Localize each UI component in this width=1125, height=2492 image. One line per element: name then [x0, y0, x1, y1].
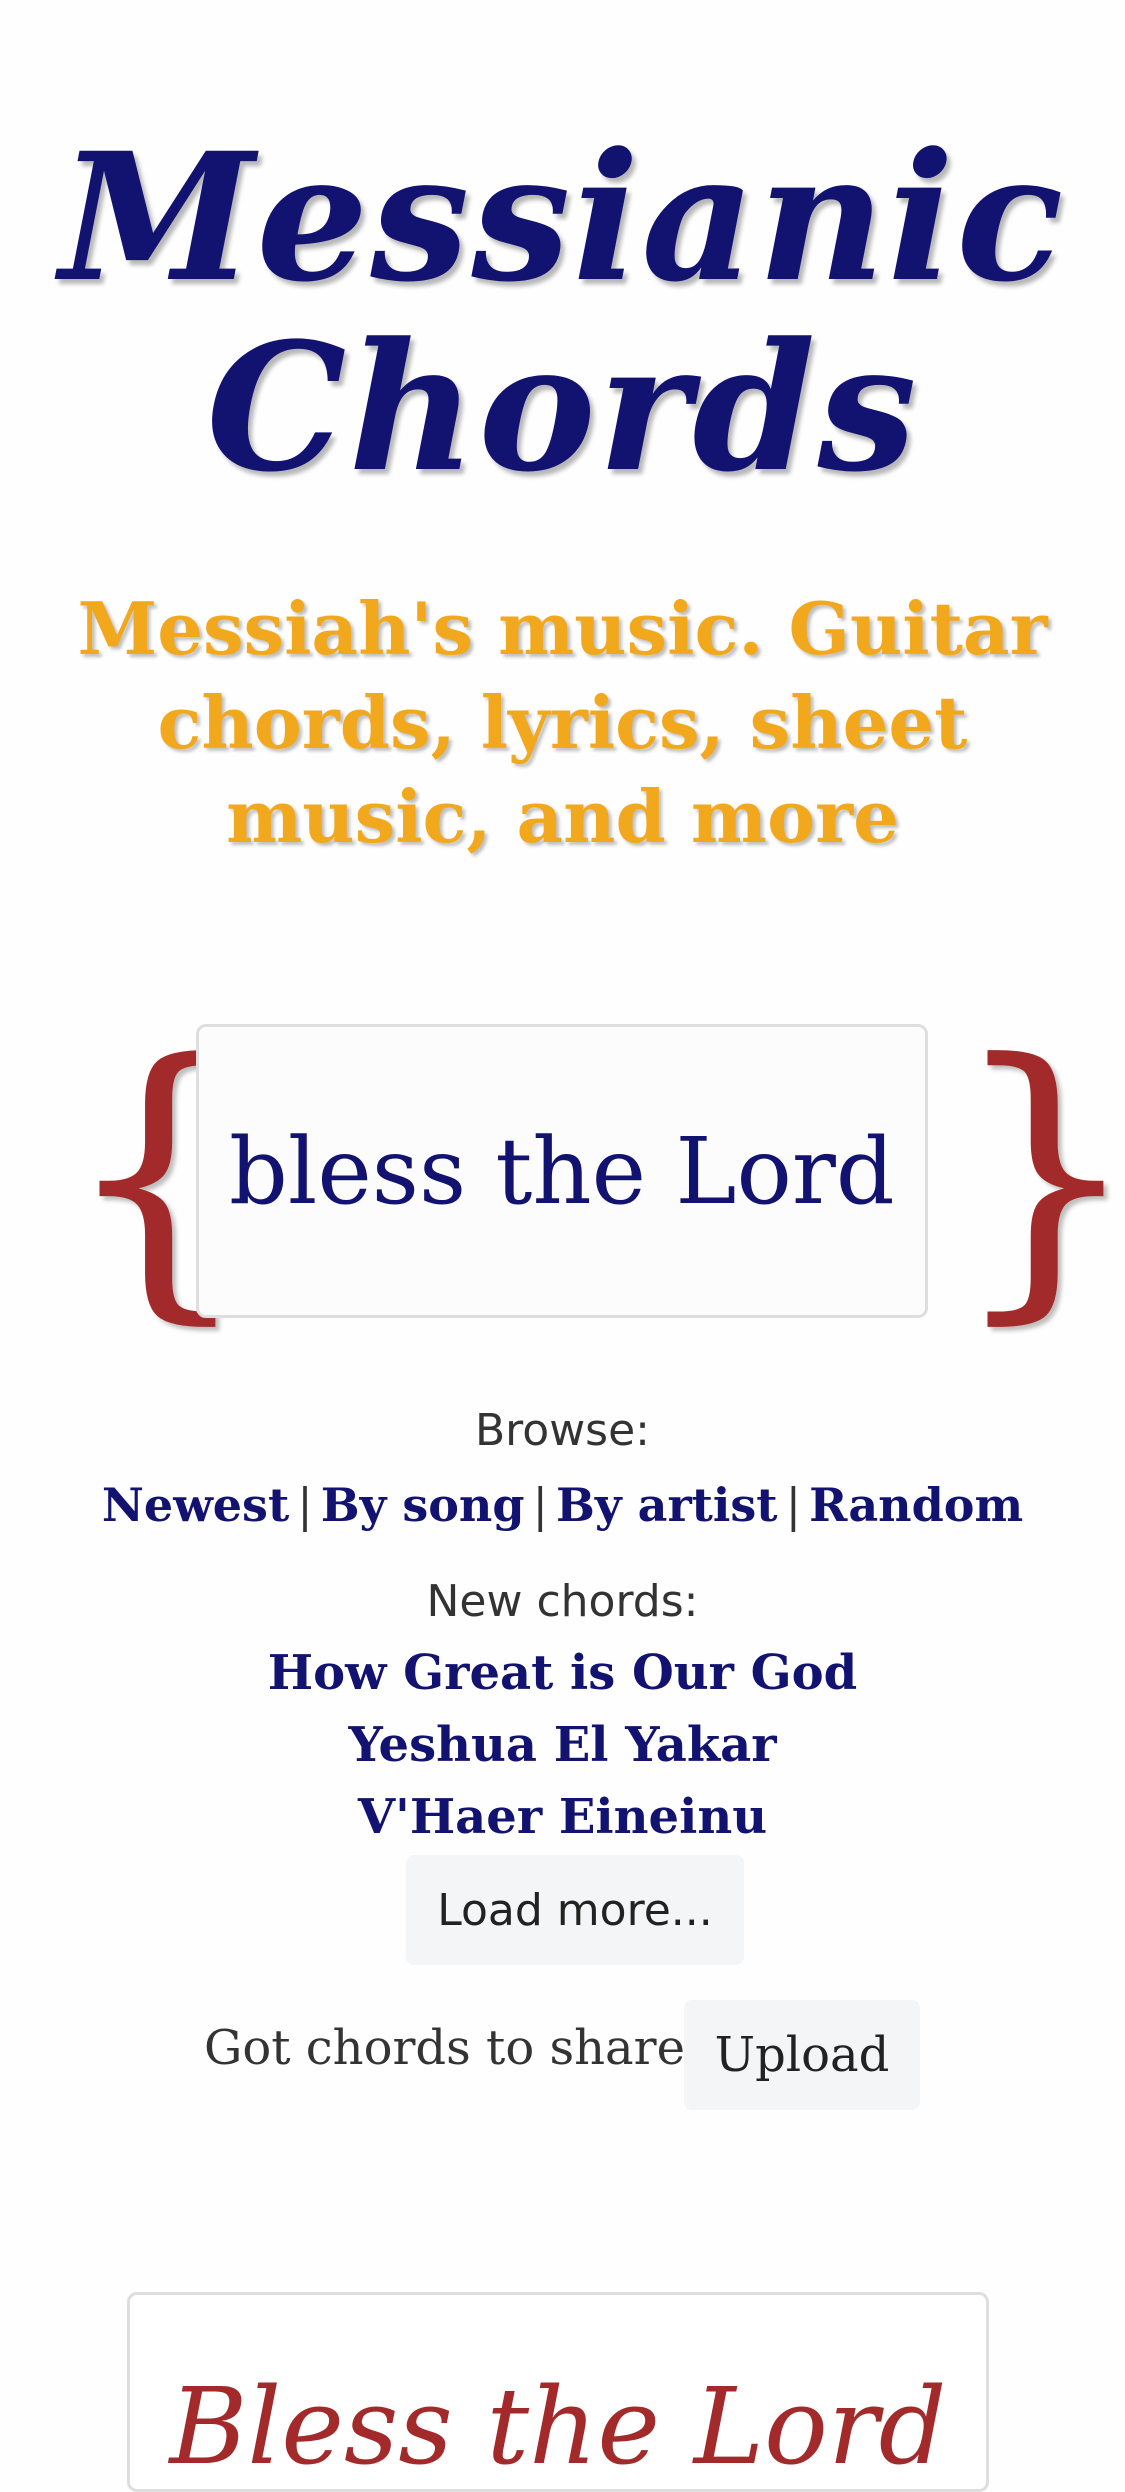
featured-song-title[interactable]: Bless the Lord [130, 2367, 986, 2487]
separator: | [532, 1478, 549, 1532]
new-song-link[interactable]: How Great is Our God [0, 1645, 1125, 1701]
new-chords-label: New chords: [426, 1576, 699, 1627]
browse-by-song-link[interactable]: By song [321, 1478, 525, 1532]
search-box[interactable] [196, 1024, 928, 1318]
share-prompt: Got chords to share? [204, 2020, 711, 2076]
site-logo-line-2[interactable]: Chords [0, 320, 1125, 496]
load-more-button[interactable]: Load more... [406, 1855, 744, 1965]
separator: | [785, 1478, 802, 1532]
new-song-link[interactable]: V'Haer Eineinu [0, 1789, 1125, 1845]
browse-newest-link[interactable]: Newest [102, 1478, 289, 1532]
search-input[interactable] [229, 1117, 925, 1225]
site-tagline: Messiah's music. Guitar chords, lyrics, … [77, 586, 1048, 859]
site-logo-line-1[interactable]: Messianic [0, 130, 1125, 306]
browse-by-artist-link[interactable]: By artist [556, 1478, 778, 1532]
browse-links: Newest | By song | By artist | Random [0, 1478, 1125, 1532]
separator: | [297, 1478, 313, 1532]
browse-label: Browse: [474, 1405, 651, 1456]
featured-song-card[interactable]: Bless the Lord [127, 2292, 989, 2492]
browse-random-link[interactable]: Random [809, 1478, 1023, 1532]
new-song-link[interactable]: Yeshua El Yakar [0, 1717, 1125, 1773]
right-brace-decoration: } [950, 1000, 1125, 1349]
upload-button[interactable]: Upload [684, 2000, 920, 2110]
